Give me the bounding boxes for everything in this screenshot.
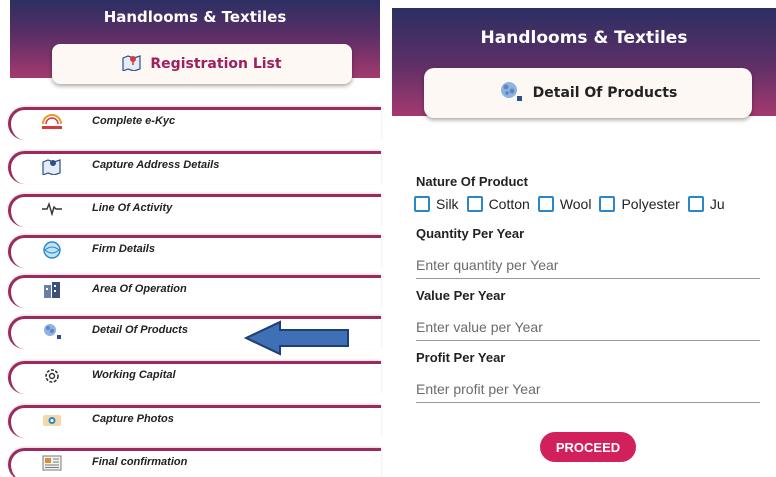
checkbox-silk[interactable]: Silk	[414, 196, 459, 212]
gear-icon	[40, 365, 64, 387]
camera-icon	[40, 409, 64, 431]
checkbox-polyester[interactable]: Polyester	[599, 196, 680, 212]
building-icon	[40, 279, 64, 301]
products-icon	[499, 80, 523, 106]
menu-item-area-of-operation[interactable]: Area Of Operation	[8, 275, 386, 308]
profit-per-year-input[interactable]	[416, 376, 760, 403]
menu-item-working-capital[interactable]: Working Capital	[8, 361, 386, 394]
checkbox-box[interactable]	[466, 196, 483, 212]
menu-item-label: Capture Address Details	[92, 159, 220, 171]
menu-item-firm-details[interactable]: Firm Details	[8, 235, 386, 268]
nature-of-product-options: Silk Cotton Wool Polyester Ju	[414, 196, 733, 212]
registration-list-card: Registration List	[52, 44, 352, 84]
checkbox-cotton[interactable]: Cotton	[466, 196, 530, 212]
left-header-title: Handlooms & Textiles	[103, 8, 287, 26]
value-per-year-label: Value Per Year	[416, 288, 506, 303]
profit-per-year-label: Profit Per Year	[416, 350, 506, 365]
menu-item-label: Firm Details	[92, 243, 155, 255]
menu-item-final-confirmation[interactable]: Final confirmation	[8, 448, 386, 477]
checkbox-box[interactable]	[414, 196, 430, 212]
menu-item-line-of-activity[interactable]: Line Of Activity	[8, 194, 386, 227]
registration-list-title: Registration List	[150, 56, 282, 72]
checkbox-box[interactable]	[599, 196, 616, 212]
detail-of-products-title: Detail Of Products	[532, 85, 678, 101]
checkbox-box[interactable]	[537, 196, 554, 212]
menu-item-label: Area Of Operation	[92, 283, 187, 295]
menu-item-label: Final confirmation	[92, 456, 188, 468]
menu-item-label: Detail Of Products	[92, 324, 188, 336]
checkbox-jute[interactable]: Ju	[687, 196, 725, 212]
menu-item-capture-address-details[interactable]: Capture Address Details	[8, 151, 386, 184]
checkbox-wool[interactable]: Wool	[537, 196, 591, 212]
quantity-per-year-input[interactable]	[416, 252, 760, 279]
aadhaar-icon	[40, 111, 64, 133]
proceed-button[interactable]: PROCEED	[540, 432, 636, 462]
detail-of-products-screen: Handlooms & Textiles Detail Of Products …	[392, 0, 776, 477]
pointer-arrow-icon	[243, 320, 350, 360]
right-header-title: Handlooms & Textiles	[480, 28, 688, 48]
menu-item-label: Complete e-Kyc	[92, 115, 176, 127]
map-icon	[122, 53, 142, 75]
registration-list-screen: Handlooms & Textiles Registration List C…	[0, 0, 390, 477]
map-pin-icon	[40, 155, 64, 177]
menu-item-label: Working Capital	[92, 369, 176, 381]
menu-item-label: Capture Photos	[92, 413, 174, 425]
detail-of-products-card: Detail Of Products	[424, 68, 752, 118]
quantity-per-year-label: Quantity Per Year	[416, 226, 525, 241]
activity-icon	[40, 198, 64, 220]
menu-item-capture-photos[interactable]: Capture Photos	[8, 405, 386, 438]
nature-of-product-label: Nature Of Product	[416, 174, 528, 189]
products-icon	[40, 320, 64, 342]
document-icon	[40, 452, 64, 474]
menu-item-label: Line Of Activity	[92, 202, 173, 214]
menu-item-complete-ekyc[interactable]: Complete e-Kyc	[8, 107, 386, 140]
checkbox-box[interactable]	[687, 196, 704, 212]
firm-icon	[40, 239, 64, 261]
value-per-year-input[interactable]	[416, 314, 760, 341]
